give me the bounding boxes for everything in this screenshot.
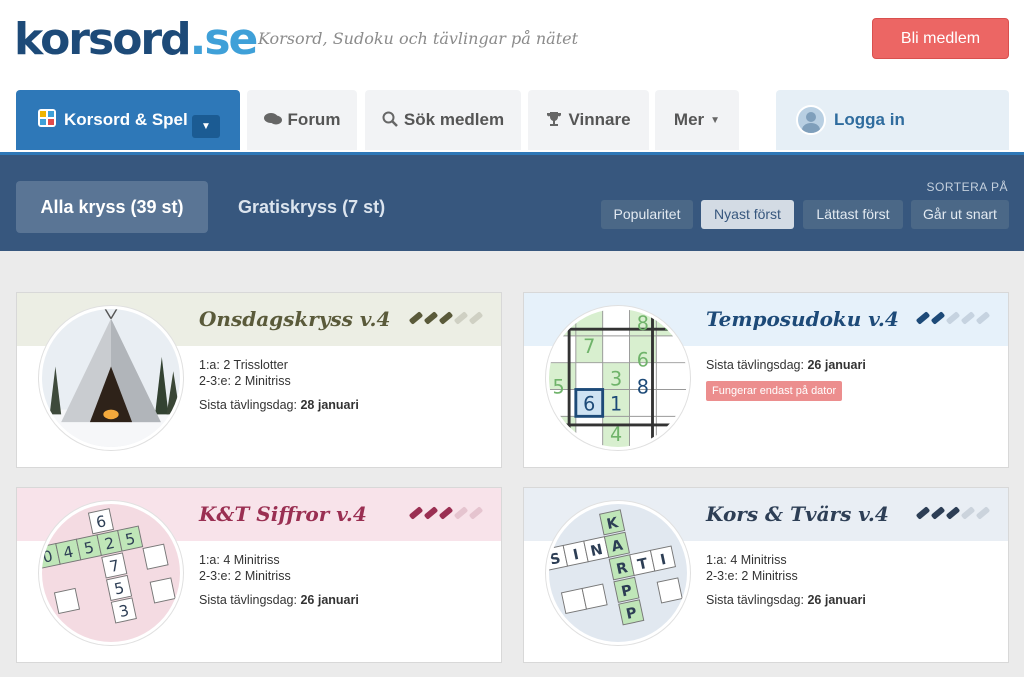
puzzle-card-temposudoku[interactable]: Temposudoku v.4 Sista tävlingsdag: 26 ja… [523,292,1009,468]
puzzle-card-kt-siffror[interactable]: K&T Siffror v.4 1:a: 4 Minitriss 2-3:e: … [16,487,502,663]
sort-label: SORTERA PÅ [926,180,1008,194]
card-info: 1:a: 4 Minitriss 2-3:e: 2 Minitriss Sist… [199,552,359,608]
sudoku-digit: 7 [583,335,595,358]
puzzle-image: 6 0 4 5 2 5 7 5 3 [39,501,183,645]
puzzle-image: 8 5 7 6 3 8 5 6 1 5 4 [546,306,690,450]
logo-tld: .se [189,14,259,65]
sort-expiring[interactable]: Går ut snart [911,200,1009,229]
sudoku-digit: 8 [637,312,649,335]
card-title: Temposudoku v.4 [706,307,899,331]
sort-newest[interactable]: Nyast först [701,200,794,229]
sudoku-digit: 8 [637,375,649,398]
site-tagline: Korsord, Sudoku och tävlingar på nätet [258,29,579,48]
sudoku-digit: 6 [637,349,649,372]
tab-vinnare[interactable]: Vinnare [528,90,649,150]
puzzle-image: K S I N A R T I P P [546,501,690,645]
deadline: Sista tävlingsdag: 28 januari [199,398,359,412]
chevron-down-icon[interactable]: ▼ [192,115,220,138]
card-grid: Onsdagskryss v.4 1:a: 2 Trisslotter 2-3:… [0,251,1024,677]
sudoku-digit: 5 [552,419,564,442]
tab-forum[interactable]: Forum [247,90,357,150]
site-header: korsord.se Korsord, Sudoku och tävlingar… [0,0,1024,88]
sudoku-digit: 3 [610,368,622,391]
filter-all-crosswords[interactable]: Alla kryss (39 st) [16,181,208,233]
difficulty-pencils [408,311,484,325]
main-nav: Korsord & Spel ▼ Forum Sök medlem Vinnar… [0,88,1024,152]
avatar [796,105,826,135]
sudoku-digit: 5 [552,375,564,398]
deadline: Sista tävlingsdag: 26 januari [706,358,866,372]
tab-mer[interactable]: Mer ▼ [655,90,739,150]
difficulty-pencils [915,311,991,325]
deadline: Sista tävlingsdag: 26 januari [706,593,866,607]
join-button[interactable]: Bli medlem [872,18,1009,59]
site-logo[interactable]: korsord.se [14,14,259,66]
puzzle-image [39,306,183,450]
filter-band: Alla kryss (39 st) Gratiskryss (7 st) SO… [0,152,1024,251]
tent-image [42,309,180,447]
logo-main: korsord [14,14,192,65]
prize-second: 2-3:e: 2 Minitriss [199,374,291,388]
sudoku-digit: 6 [583,393,595,416]
puzzle-card-kors-tvars[interactable]: Kors & Tvärs v.4 1:a: 4 Minitriss 2-3:e:… [523,487,1009,663]
prize-first: 1:a: 4 Minitriss [199,553,280,567]
tab-sok-medlem[interactable]: Sök medlem [365,90,521,150]
difficulty-pencils [408,506,484,520]
sudoku-grid-image: 8 5 7 6 3 8 5 6 1 5 4 [549,309,687,447]
tab-korsord-spel[interactable]: Korsord & Spel ▼ [16,90,240,150]
tab-label: Forum [287,110,341,129]
desktop-only-badge: Fungerar endast på dator [706,381,843,401]
puzzle-card-onsdagskryss[interactable]: Onsdagskryss v.4 1:a: 2 Trisslotter 2-3:… [16,292,502,468]
trophy-icon [546,111,562,130]
card-title: K&T Siffror v.4 [199,502,367,526]
tab-label: Sök medlem [403,110,505,129]
card-title: Kors & Tvärs v.4 [706,502,889,526]
comments-icon [263,112,282,129]
prize-second: 2-3:e: 2 Minitriss [706,569,798,583]
tab-label: Mer [673,110,705,129]
login-button[interactable]: Logga in [776,90,1009,150]
login-label: Logga in [834,110,905,129]
sudoku-digit: 4 [610,423,622,446]
deadline: Sista tävlingsdag: 26 januari [199,593,359,607]
filter-free-crosswords[interactable]: Gratiskryss (7 st) [238,181,385,233]
prize-first: 1:a: 4 Minitriss [706,553,787,567]
sort-easiest[interactable]: Lättast först [803,200,903,229]
chevron-down-icon: ▼ [710,114,721,126]
card-info: Sista tävlingsdag: 26 januari Fungerar e… [706,357,866,401]
number-crossword-image: 6 0 4 5 2 5 7 5 3 [42,504,180,642]
sort-popularity[interactable]: Popularitet [601,200,693,229]
search-icon [382,111,398,130]
card-info: 1:a: 2 Trisslotter 2-3:e: 2 Minitriss Si… [199,357,359,413]
card-info: 1:a: 4 Minitriss 2-3:e: 2 Minitriss Sist… [706,552,866,608]
sudoku-digit: 1 [610,393,622,416]
prize-first: 1:a: 2 Trisslotter [199,358,288,372]
tab-label: Korsord & Spel [64,110,188,129]
card-title: Onsdagskryss v.4 [199,307,391,331]
difficulty-pencils [915,506,991,520]
prize-second: 2-3:e: 2 Minitriss [199,569,291,583]
tab-label: Vinnare [568,110,631,129]
puzzle-icon [36,107,58,134]
letter-crossword-image: K S I N A R T I P P [549,504,687,642]
